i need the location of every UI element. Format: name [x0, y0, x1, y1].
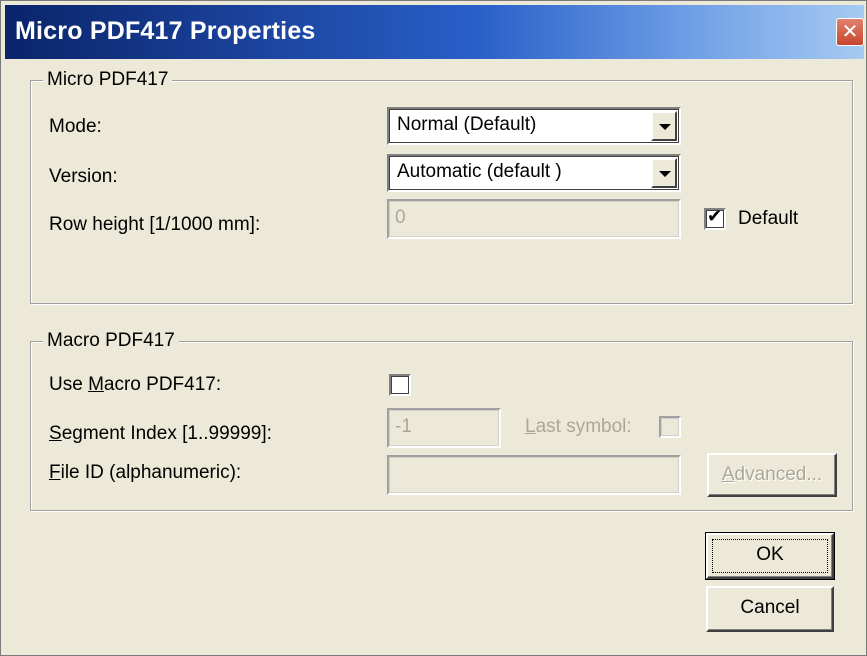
- version-dropdown[interactable]: Automatic (default ): [387, 154, 681, 192]
- file-id-label-accelerator: F: [49, 462, 61, 483]
- version-dropdown-value: Automatic (default ): [397, 161, 562, 182]
- row-height-label: Row height [1/1000 mm]:: [49, 214, 261, 235]
- cancel-button[interactable]: Cancel: [706, 586, 834, 632]
- macro-pdf417-group: Macro PDF417 Use Macro PDF417: Segment I…: [30, 329, 853, 511]
- version-label: Version:: [49, 166, 118, 187]
- segment-index-label-accelerator: S: [49, 423, 62, 444]
- mode-dropdown[interactable]: Normal (Default): [387, 107, 681, 145]
- last-symbol-label: Last symbol:: [525, 415, 632, 439]
- file-id-label-suffix: ile ID (alphanumeric):: [60, 462, 242, 483]
- segment-index-label-suffix: egment Index [1..99999]:: [61, 423, 272, 444]
- last-symbol-label-accelerator: L: [525, 416, 536, 437]
- segment-index-input[interactable]: -1: [387, 408, 501, 448]
- window-title: Micro PDF417 Properties: [15, 17, 316, 45]
- segment-index-value: -1: [395, 416, 412, 437]
- version-dropdown-button[interactable]: [651, 158, 677, 188]
- advanced-button[interactable]: Advanced...: [707, 453, 837, 497]
- default-checkbox[interactable]: ✔: [704, 206, 726, 230]
- dialog-window: Micro PDF417 Properties ✕ Micro PDF417 M…: [0, 0, 867, 656]
- cancel-button-label: Cancel: [740, 597, 800, 618]
- use-macro-label-accelerator: M: [88, 374, 104, 395]
- close-button[interactable]: ✕: [836, 18, 864, 46]
- checkmark-icon: ✔: [707, 206, 723, 227]
- ok-button[interactable]: OK: [705, 532, 835, 580]
- close-icon: ✕: [841, 19, 859, 43]
- mode-dropdown-value: Normal (Default): [397, 114, 537, 135]
- use-macro-label-prefix: Use: [49, 374, 89, 395]
- macro-pdf417-group-title: Macro PDF417: [43, 329, 179, 353]
- micro-pdf417-group: Micro PDF417 Mode: Normal (Default) Vers…: [30, 68, 853, 304]
- micro-pdf417-group-title: Micro PDF417: [43, 68, 173, 92]
- last-symbol-label-suffix: ast symbol:: [535, 416, 632, 437]
- file-id-input[interactable]: [387, 455, 681, 495]
- file-id-label: File ID (alphanumeric):: [49, 461, 241, 485]
- row-height-input[interactable]: 0: [387, 199, 681, 239]
- focus-rect: [712, 539, 828, 573]
- row-height-value: 0: [395, 207, 406, 228]
- use-macro-label-suffix: acro PDF417:: [103, 374, 222, 395]
- segment-index-label: Segment Index [1..99999]:: [49, 422, 272, 446]
- use-macro-checkbox[interactable]: [389, 374, 411, 396]
- chevron-down-icon: [659, 124, 671, 130]
- advanced-label-suffix: dvanced...: [734, 464, 823, 485]
- title-bar[interactable]: Micro PDF417 Properties ✕: [5, 5, 864, 59]
- advanced-button-label: Advanced...: [709, 455, 835, 487]
- last-symbol-checkbox[interactable]: [659, 416, 681, 438]
- mode-label: Mode:: [49, 116, 102, 137]
- use-macro-label: Use Macro PDF417:: [49, 373, 221, 397]
- mode-dropdown-button[interactable]: [651, 111, 677, 141]
- advanced-label-accelerator: A: [721, 464, 735, 485]
- chevron-down-icon: [659, 171, 671, 177]
- default-checkbox-label[interactable]: Default: [738, 207, 798, 231]
